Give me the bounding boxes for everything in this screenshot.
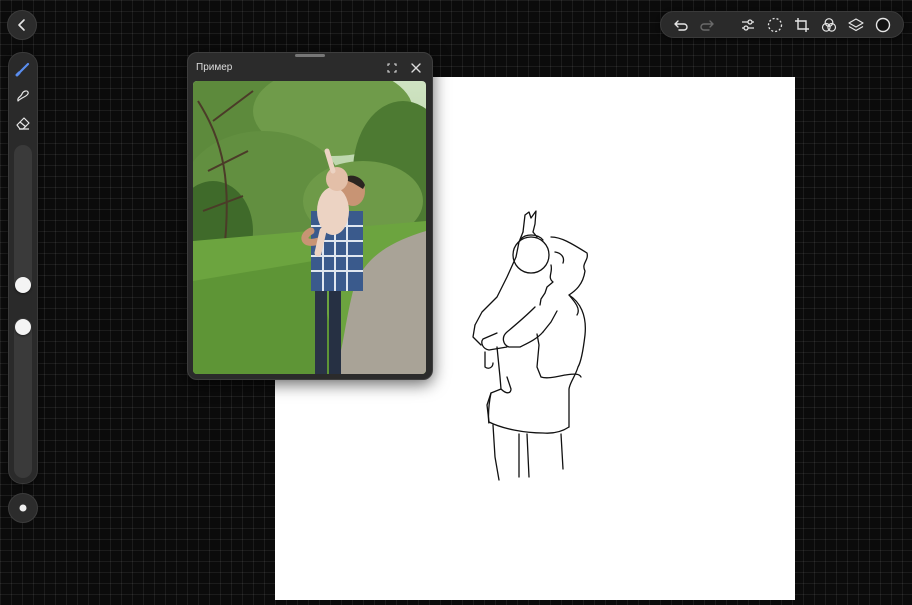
left-sidebar <box>8 52 38 484</box>
expand-button[interactable] <box>385 61 399 75</box>
transform-button[interactable] <box>792 15 812 35</box>
reference-window[interactable]: Пример <box>187 52 433 380</box>
undo-button[interactable] <box>671 15 691 35</box>
transform-icon <box>795 17 809 32</box>
brush-size-thumb[interactable] <box>15 277 31 293</box>
smudge-button[interactable] <box>13 86 33 106</box>
brush-button[interactable] <box>13 59 33 79</box>
back-button[interactable] <box>7 10 37 40</box>
opacity-slider[interactable] <box>14 318 32 478</box>
selection-icon <box>767 17 783 32</box>
smudge-icon <box>17 90 29 102</box>
close-button[interactable] <box>409 61 423 75</box>
selection-button[interactable] <box>765 15 785 35</box>
eraser-icon <box>16 117 30 130</box>
layers-button[interactable] <box>846 15 866 35</box>
blend-icon <box>821 17 837 32</box>
close-icon <box>411 63 421 73</box>
blend-button[interactable] <box>819 15 839 35</box>
redo-icon <box>700 19 714 31</box>
top-toolbar <box>660 11 904 38</box>
drag-handle[interactable] <box>295 54 325 57</box>
brush-icon <box>15 62 30 77</box>
color-icon <box>875 17 891 32</box>
undo-icon <box>674 19 688 31</box>
color-button[interactable] <box>873 15 893 35</box>
redo-button[interactable] <box>697 15 717 35</box>
brush-size-slider[interactable] <box>14 145 32 293</box>
reference-photo <box>193 81 426 374</box>
opacity-thumb[interactable] <box>15 319 31 335</box>
eraser-button[interactable] <box>13 113 33 133</box>
chevron-left-icon <box>18 19 25 31</box>
modify-button[interactable] <box>8 493 38 523</box>
reference-title: Пример <box>196 62 233 73</box>
adjustments-button[interactable] <box>738 15 758 35</box>
adjustments-icon <box>742 18 754 31</box>
layers-icon <box>848 17 864 31</box>
expand-icon <box>387 63 397 73</box>
photo-father-and-child <box>193 81 426 374</box>
dot-icon <box>19 504 27 512</box>
